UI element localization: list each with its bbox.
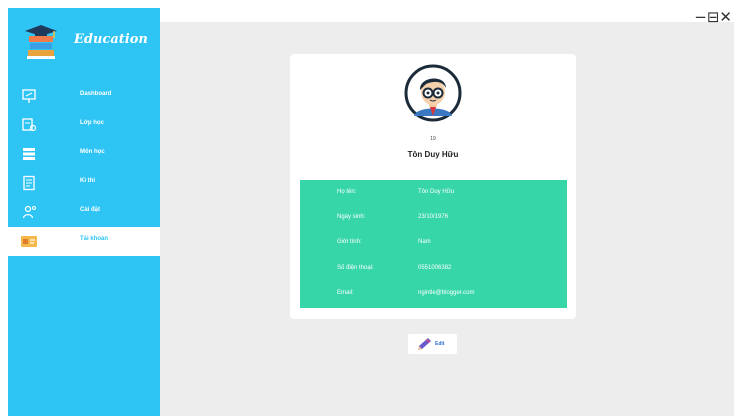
id-card-icon bbox=[20, 232, 38, 250]
minimize-button[interactable]: − bbox=[694, 8, 707, 26]
field-label: Ngày sinh: bbox=[337, 214, 366, 220]
field-value: Tôn Duy Hữu bbox=[418, 189, 455, 195]
pencil-icon bbox=[418, 338, 431, 350]
field-label: Email: bbox=[337, 290, 354, 296]
sidebar-item-dashboard[interactable]: Dashboard bbox=[8, 82, 160, 111]
brand-title: Education bbox=[74, 32, 148, 47]
field-value: ngintle@blogger.com bbox=[418, 290, 475, 296]
field-label: Số điện thoại: bbox=[337, 265, 374, 271]
field-label: Họ tên: bbox=[337, 189, 357, 195]
books-graduation-cap-icon bbox=[25, 25, 57, 59]
field-label: Giới tính: bbox=[337, 239, 362, 245]
sidebar-nav: Dashboard Lớp học Môn học Kì thi Cài đặt bbox=[8, 82, 160, 256]
profile-name: Tôn Duy Hữu bbox=[407, 150, 459, 159]
sidebar-item-account[interactable]: Tài khoản bbox=[8, 227, 160, 256]
close-button[interactable]: ✕ bbox=[719, 8, 732, 26]
profile-info-panel: Họ tên: Tôn Duy Hữu Ngày sinh: 23/10/197… bbox=[300, 180, 567, 308]
field-value: Nam bbox=[418, 239, 431, 245]
field-value: 0551006382 bbox=[418, 265, 452, 271]
info-row-phone: Số điện thoại: 0551006382 bbox=[300, 265, 567, 277]
sidebar-item-settings[interactable]: Cài đặt bbox=[8, 198, 160, 227]
books-icon bbox=[20, 145, 38, 163]
info-row-birthdate: Ngày sinh: 23/10/1976 bbox=[300, 214, 567, 226]
sidebar-item-label: Tài khoản bbox=[80, 236, 109, 242]
sidebar-item-label: Lớp học bbox=[80, 120, 104, 126]
edit-button[interactable]: Edit bbox=[408, 334, 457, 354]
sidebar-item-label: Kì thi bbox=[80, 178, 95, 184]
exam-sheet-icon bbox=[20, 174, 38, 192]
student-avatar-icon bbox=[404, 64, 462, 122]
settings-person-icon bbox=[20, 203, 38, 221]
user-id: 19 bbox=[430, 136, 436, 142]
sidebar: Education Dashboard Lớp học Môn học Kì t… bbox=[8, 8, 160, 416]
edit-label: Edit bbox=[435, 341, 445, 347]
info-row-gender: Giới tính: Nam bbox=[300, 239, 567, 251]
field-value: 23/10/1976 bbox=[418, 214, 449, 220]
profile-card: 19 Tôn Duy Hữu Họ tên: Tôn Duy Hữu Ngày … bbox=[290, 54, 576, 319]
brand: Education bbox=[8, 20, 160, 60]
sidebar-item-subjects[interactable]: Môn học bbox=[8, 140, 160, 169]
sidebar-item-label: Môn học bbox=[80, 149, 105, 155]
classroom-icon bbox=[20, 116, 38, 134]
window-controls: −⊟✕ bbox=[694, 8, 732, 26]
maximize-button[interactable]: ⊟ bbox=[707, 8, 720, 26]
info-row-email: Email: ngintle@blogger.com bbox=[300, 290, 567, 302]
info-row-fullname: Họ tên: Tôn Duy Hữu bbox=[300, 189, 567, 201]
sidebar-item-classes[interactable]: Lớp học bbox=[8, 111, 160, 140]
sidebar-item-label: Dashboard bbox=[80, 91, 112, 97]
presentation-board-icon bbox=[20, 87, 38, 105]
sidebar-item-label: Cài đặt bbox=[80, 207, 101, 213]
sidebar-item-exams[interactable]: Kì thi bbox=[8, 169, 160, 198]
